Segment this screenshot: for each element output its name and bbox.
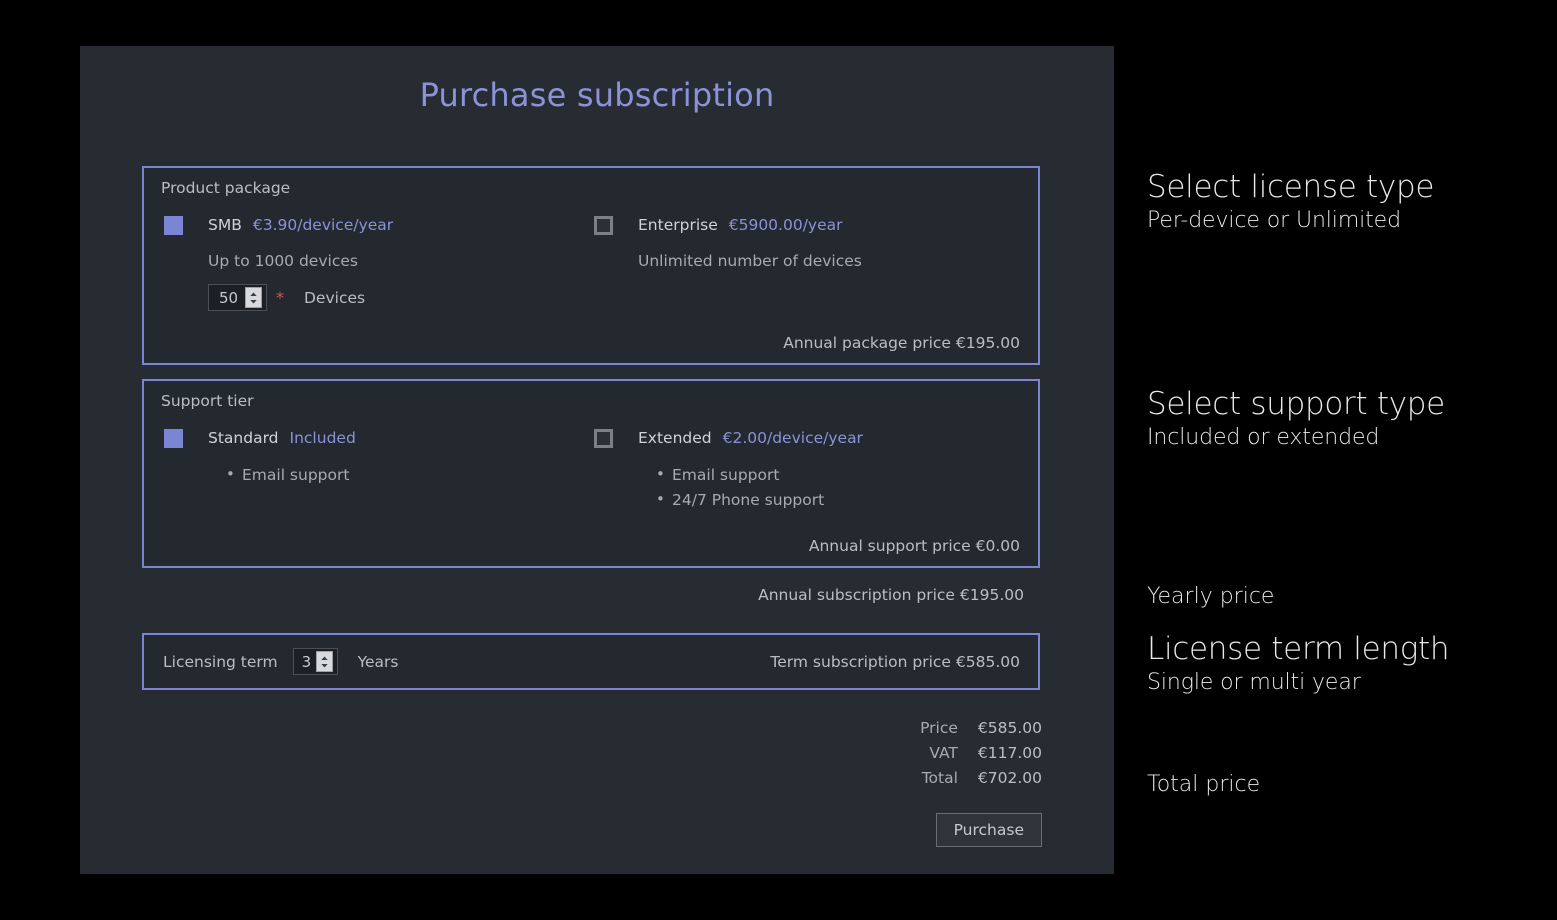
extended-option-header[interactable]: Extended €2.00/device/year (594, 427, 1024, 449)
standard-price: Included (289, 429, 356, 447)
enterprise-option-header[interactable]: Enterprise €5900.00/year (594, 214, 1024, 236)
total-value: €702.00 (977, 769, 1042, 787)
support-option-standard[interactable]: Standard Included Email support (164, 427, 584, 488)
product-package-legend: Product package (161, 179, 291, 197)
standard-label: Standard (208, 429, 279, 447)
purchase-subscription-card: Purchase subscription Product package SM… (80, 46, 1114, 874)
licensing-term-input-value[interactable]: 3 (294, 653, 316, 671)
price-value: €585.00 (977, 719, 1042, 737)
smb-price: €3.90/device/year (252, 216, 394, 234)
smb-checkbox[interactable] (164, 215, 183, 235)
smb-label: SMB (208, 216, 242, 234)
extended-price: €2.00/device/year (722, 429, 863, 447)
devices-field-label: Devices (304, 288, 366, 307)
annotation-support-type-subtitle: Included or extended (1147, 425, 1380, 450)
list-item: Email support (226, 462, 584, 488)
devices-field-row: 50 * Devices (208, 284, 584, 311)
enterprise-price: €5900.00/year (728, 216, 843, 234)
devices-input-value[interactable]: 50 (209, 289, 245, 307)
price-label: Price (920, 719, 958, 737)
page-title: Purchase subscription (419, 76, 775, 114)
enterprise-description: Unlimited number of devices (638, 252, 862, 270)
summary-row-vat: VAT €117.00 (920, 741, 1042, 766)
annotation-support-type: Select support type Included or extended (1147, 385, 1445, 453)
annotation-license-type-subtitle: Per-device or Unlimited (1147, 208, 1401, 233)
licensing-term-stepper[interactable]: 3 (292, 648, 338, 675)
annual-support-price: Annual support price €0.00 (808, 537, 1020, 555)
annotation-total-price: Total price (1147, 772, 1261, 797)
annotation-term-length-title: License term length (1147, 631, 1450, 667)
smb-option-header[interactable]: SMB €3.90/device/year (164, 214, 584, 236)
licensing-term-stepper-arrows[interactable] (315, 651, 333, 672)
product-option-enterprise[interactable]: Enterprise €5900.00/year Unlimited numbe… (594, 214, 1024, 270)
extended-label: Extended (638, 429, 712, 447)
support-tier-panel: Support tier Standard Included Email sup… (142, 379, 1040, 568)
annotation-term-length: License term length Single or multi year (1147, 630, 1450, 698)
product-option-smb[interactable]: SMB €3.90/device/year Up to 1000 devices… (164, 214, 584, 311)
support-tier-legend: Support tier (161, 392, 254, 410)
annotation-term-length-subtitle: Single or multi year (1147, 670, 1361, 695)
total-label: Total (921, 769, 958, 787)
annotation-license-type: Select license type Per-device or Unlimi… (1147, 168, 1434, 236)
price-summary: Price €585.00 VAT €117.00 Total €702.00 … (920, 716, 1042, 847)
purchase-button[interactable]: Purchase (935, 813, 1042, 847)
licensing-term-label: Licensing term (163, 652, 278, 671)
term-subscription-price: Term subscription price €585.00 (770, 652, 1020, 671)
annotation-support-type-title: Select support type (1147, 386, 1445, 422)
devices-stepper-arrows[interactable] (245, 287, 262, 308)
product-package-panel: Product package SMB €3.90/device/year Up… (142, 166, 1040, 365)
required-asterisk: * (276, 288, 284, 307)
summary-row-total: Total €702.00 (920, 766, 1042, 791)
list-item: Email support (656, 462, 1024, 488)
extended-checkbox[interactable] (594, 428, 613, 448)
standard-checkbox[interactable] (164, 428, 183, 448)
standard-option-header[interactable]: Standard Included (164, 427, 584, 449)
devices-stepper[interactable]: 50 (208, 284, 267, 311)
licensing-term-panel: Licensing term 3 Years Term subscription… (142, 633, 1040, 690)
vat-value: €117.00 (977, 744, 1042, 762)
annotation-overlay: Select license type Per-device or Unlimi… (1147, 0, 1557, 920)
extended-feature-list: Email support 24/7 Phone support (656, 462, 1024, 513)
enterprise-checkbox[interactable] (594, 215, 613, 235)
summary-row-price: Price €585.00 (920, 716, 1042, 741)
list-item: 24/7 Phone support (656, 487, 1024, 513)
standard-feature-list: Email support (226, 462, 584, 488)
annual-package-price: Annual package price €195.00 (783, 334, 1020, 352)
annotation-yearly-price: Yearly price (1147, 584, 1275, 609)
enterprise-label: Enterprise (638, 216, 718, 234)
annotation-license-type-title: Select license type (1147, 169, 1435, 205)
vat-label: VAT (929, 744, 958, 762)
licensing-term-unit: Years (357, 652, 399, 671)
annual-subscription-price: Annual subscription price €195.00 (758, 586, 1024, 604)
smb-description: Up to 1000 devices (208, 252, 358, 270)
support-option-extended[interactable]: Extended €2.00/device/year Email support… (594, 427, 1024, 513)
